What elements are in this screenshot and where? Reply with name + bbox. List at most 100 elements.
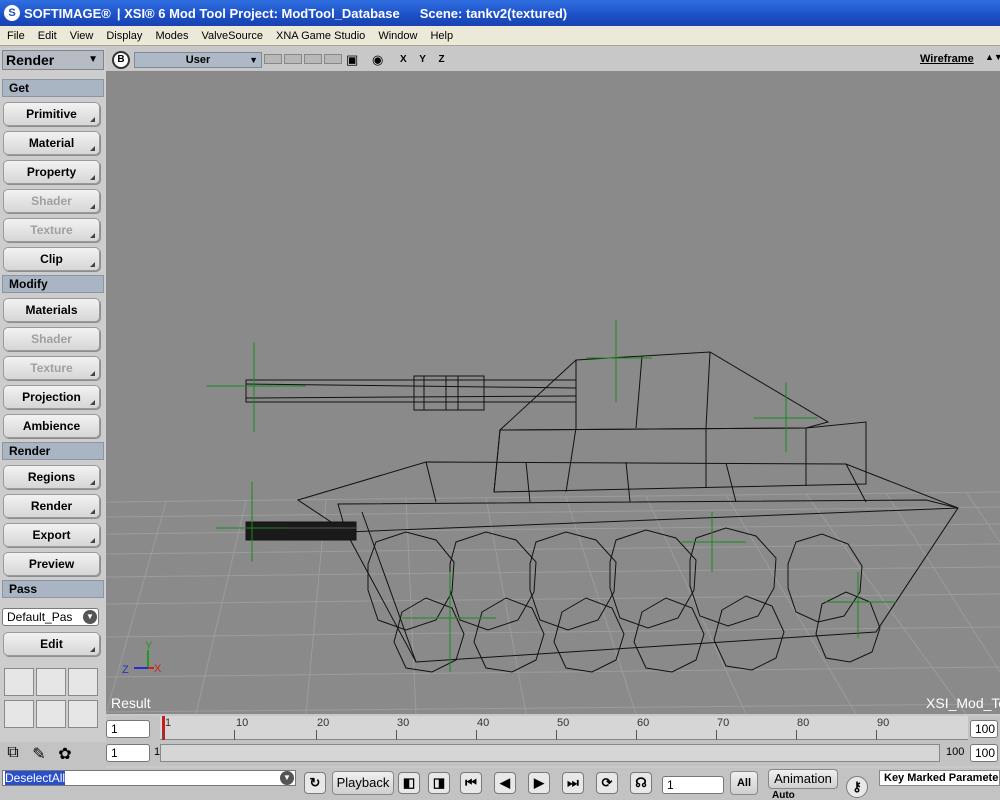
menu-valvesource[interactable]: ValveSource [194,30,269,42]
b-button[interactable]: B [112,51,130,69]
viewport-watermark: XSI_Mod_Too [926,695,1000,711]
axis-gizmo-icon: Y Z X [122,640,162,676]
display-mode-menu[interactable]: Wireframe [920,53,974,65]
playback-menu-button[interactable]: Playback [332,771,394,795]
layout-curve-icon[interactable] [4,668,34,696]
start-frame-field[interactable]: 1 [106,720,150,738]
tick [234,730,235,740]
prev-key-icon[interactable]: ◧ [398,772,420,794]
range-end-field[interactable]: 100 [970,744,998,762]
brush-tool-icon[interactable]: ✎ [28,744,50,766]
menu-view[interactable]: View [63,30,100,42]
view-slot-1[interactable] [264,54,282,64]
play-icon[interactable]: ▶ [528,772,550,794]
clip-button[interactable]: Clip [3,247,100,271]
palette-icon[interactable]: ✿ [54,744,76,766]
viewport-header: B User ▼ ▣ ◉ X Y Z Wireframe ▲▼ [106,48,1000,72]
select-tool-icon[interactable]: ⧉ [2,744,24,766]
command-line-field[interactable]: DeselectAll ▼ [2,770,296,786]
pass-edit-button[interactable]: Edit [3,632,100,656]
submenu-arrow-icon [90,175,95,180]
menu-xna-game-studio[interactable]: XNA Game Studio [269,30,371,42]
submenu-arrow-icon [90,204,95,209]
submenu-arrow-icon [90,400,95,405]
regions-button[interactable]: Regions [3,465,100,489]
view-slot-4[interactable] [324,54,342,64]
submenu-arrow-icon [90,262,95,267]
all-label: All [736,777,752,789]
preview-label: Preview [28,557,75,571]
ambience-button[interactable]: Ambience [3,414,100,438]
menu-display[interactable]: Display [99,30,148,42]
axis-toggles[interactable]: X Y Z [400,54,450,65]
tick [316,730,317,740]
submenu-arrow-icon [90,233,95,238]
range-start-field[interactable]: 1 [106,744,150,762]
auto-key-label[interactable]: Auto [772,790,795,800]
materials-button[interactable]: Materials [3,298,100,322]
end-frame-field[interactable]: 100 [970,720,998,738]
get-shader-button[interactable]: Shader [3,189,100,213]
key-icon[interactable]: ⚷ [846,776,868,798]
step-back-icon[interactable]: ◀ [494,772,516,794]
loop-icon[interactable]: ⟳ [596,772,618,794]
range-end-label: 100 [946,746,965,758]
menu-modes[interactable]: Modes [148,30,194,42]
viewport[interactable]: Y Z X Result XSI_Mod_Too [106,72,1000,714]
pass-edit-label: Edit [40,637,63,651]
menu-help[interactable]: Help [423,30,459,42]
pass-select[interactable]: Default_Pas ▼ [2,608,99,626]
goto-start-icon[interactable]: ⏮ [460,772,482,794]
layout-vertical-icon[interactable] [36,700,66,728]
menu-bar: File Edit View Display Modes ValveSource… [0,26,1000,46]
menu-file[interactable]: File [0,30,31,42]
ground-grid [106,491,1000,714]
get-texture-button[interactable]: Texture [3,218,100,242]
range-start-label: 1 [154,746,161,758]
eye-icon[interactable]: ◉ [372,52,383,68]
range-slider[interactable] [160,744,940,762]
toolbar-mode-select[interactable]: Render ▼ [2,50,104,70]
toolbar-panel: Render ▼ Get Primitive Material Property… [0,48,106,768]
ruler-label: 1 [165,717,172,729]
goto-end-icon[interactable]: ⏭ [562,772,584,794]
timeline-ruler[interactable]: 1 10 20 30 40 50 60 70 80 90 [160,716,968,740]
ruler-label: 60 [637,717,650,729]
export-button[interactable]: Export [3,523,100,547]
view-slot-3[interactable] [304,54,322,64]
primitive-button[interactable]: Primitive [3,102,100,126]
get-shader-label: Shader [31,194,72,208]
projection-button[interactable]: Projection [3,385,100,409]
camera-select[interactable]: User ▼ [134,52,262,68]
render-button[interactable]: Render [3,494,100,518]
modify-shader-button[interactable]: Shader [3,327,100,351]
property-label: Property [26,165,77,179]
viewport-menu-icon[interactable]: ▲▼ [985,52,1000,66]
ambience-label: Ambience [22,419,81,433]
all-button[interactable]: All [730,771,758,795]
menu-window[interactable]: Window [371,30,423,42]
camera-icon[interactable]: ▣ [346,52,358,68]
material-button[interactable]: Material [3,131,100,155]
next-key-icon[interactable]: ◨ [428,772,450,794]
animation-menu-button[interactable]: Animation [768,769,838,789]
view-slot-2[interactable] [284,54,302,64]
property-button[interactable]: Property [3,160,100,184]
preview-button[interactable]: Preview [3,552,100,576]
modify-texture-button[interactable]: Texture [3,356,100,380]
key-marked-parameters[interactable]: Key Marked Parameters [879,770,1000,786]
menu-edit[interactable]: Edit [31,30,63,42]
layout-split-icon[interactable] [36,668,66,696]
script-editor-icon[interactable]: ↻ [304,772,326,794]
left-icon-strip: ⧉ ✎ ✿ [0,742,106,768]
layout-grid-icon[interactable] [68,700,98,728]
audio-icon[interactable]: ☊ [630,772,652,794]
regions-label: Regions [27,470,76,484]
current-frame-field[interactable]: 1 [662,776,724,794]
layout-dopesheet-icon[interactable] [4,700,34,728]
layout-quad-icon[interactable] [68,668,98,696]
tick [876,730,877,740]
get-texture-label: Texture [30,223,73,237]
render-label: Render [30,499,73,513]
export-label: Export [32,528,71,542]
